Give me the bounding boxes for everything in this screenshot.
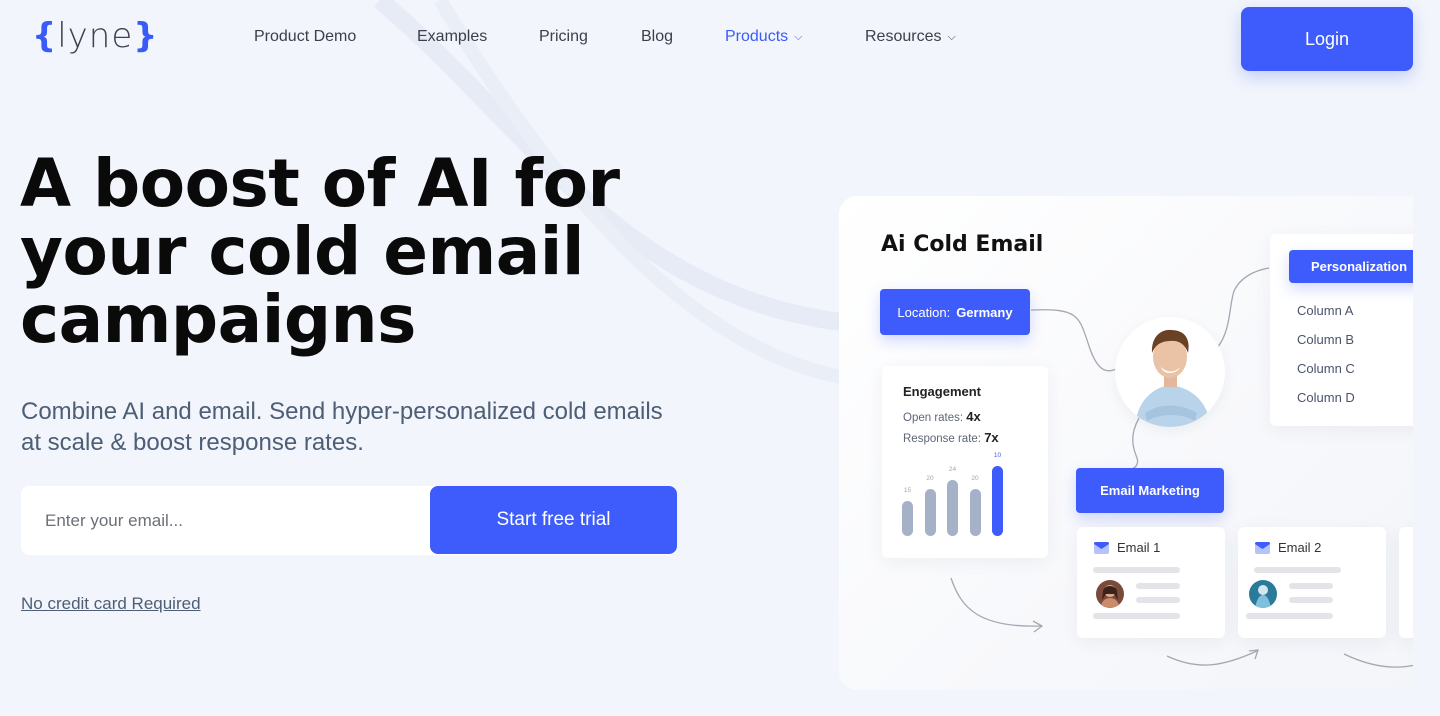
email-card-1: Email 1 — [1077, 527, 1225, 638]
contact-avatar — [1249, 580, 1277, 608]
column-item: Column D — [1297, 390, 1355, 405]
nav-label: Resources — [865, 28, 942, 45]
column-item: Column A — [1297, 303, 1354, 318]
skeleton-line — [1254, 567, 1341, 573]
personalization-chip: Personalization — [1289, 250, 1429, 283]
nav-pricing[interactable]: Pricing — [539, 28, 588, 46]
skeleton-line — [1136, 583, 1180, 589]
illustration-title: Ai Cold Email — [881, 232, 1044, 257]
engagement-bar-label: 20 — [926, 475, 934, 483]
contact-photo-icon — [1255, 585, 1271, 608]
contact-photo-icon — [1100, 585, 1120, 608]
skeleton-line — [1246, 613, 1333, 619]
envelope-icon — [1255, 542, 1270, 554]
chevron-down-icon: ⌵ — [947, 31, 956, 43]
engagement-bar-label: 15 — [903, 487, 912, 494]
skeleton-line — [1289, 597, 1333, 603]
column-item: Column C — [1297, 361, 1355, 376]
hero-subtitle: Combine AI and email. Send hyper-persona… — [21, 398, 663, 456]
nav-examples[interactable]: Examples — [417, 28, 487, 46]
email-marketing-chip: Email Marketing — [1076, 468, 1224, 513]
engagement-bar-label: 10 — [993, 452, 1002, 459]
envelope-icon — [1094, 542, 1109, 554]
location-chip: Location: Germany — [880, 289, 1030, 335]
nav-products[interactable]: Products ⌵ — [725, 28, 802, 46]
logo-word: lyne — [57, 16, 134, 56]
nav-blog[interactable]: Blog — [641, 28, 673, 46]
engagement-bar — [947, 480, 958, 536]
engagement-bar — [902, 501, 913, 536]
engagement-bar-label: 24 — [948, 466, 957, 473]
ai-cold-email-illustration: Ai Cold Email Location: Germany Engageme… — [839, 196, 1440, 690]
contact-avatar — [1096, 580, 1124, 608]
email-label: Email 2 — [1278, 540, 1322, 555]
no-credit-card-link[interactable]: No credit card Required — [21, 594, 201, 614]
engagement-bar — [992, 466, 1003, 536]
email-card-header: Email 2 — [1255, 540, 1321, 555]
nav-label: Blog — [641, 28, 674, 45]
logo-brace-open: { — [32, 16, 58, 56]
email-label: Email 1 — [1117, 540, 1161, 555]
engagement-bar-label: 20 — [971, 475, 979, 483]
nav-label: Products — [725, 28, 789, 45]
logo-brace-close: } — [133, 16, 159, 56]
email-card-2: Email 2 — [1238, 527, 1386, 638]
column-item: Column B — [1297, 332, 1355, 347]
nav-product-demo[interactable]: Product Demo — [254, 28, 356, 46]
nav-resources[interactable]: Resources ⌵ — [865, 28, 956, 46]
skeleton-line — [1093, 567, 1180, 573]
location-key: Location: — [897, 304, 951, 320]
person-avatar — [1115, 317, 1225, 427]
hero-title: A boost of AI for your cold email campai… — [20, 145, 620, 358]
start-free-trial-button[interactable]: Start free trial — [430, 486, 677, 554]
login-button[interactable]: Login — [1241, 7, 1413, 71]
panel-cutoff — [1413, 190, 1440, 716]
skeleton-line — [1093, 613, 1180, 619]
signup-form: Start free trial — [21, 486, 677, 555]
email-input[interactable] — [21, 486, 431, 555]
nav-label: Examples — [417, 28, 488, 45]
location-value: Germany — [956, 304, 1013, 320]
skeleton-line — [1289, 583, 1333, 589]
nav-label: Pricing — [539, 28, 588, 45]
skeleton-line — [1136, 597, 1180, 603]
engagement-card: Engagement Open rates: 4x Response rate:… — [882, 366, 1048, 558]
engagement-bar — [969, 489, 981, 536]
lyne-logo[interactable]: {lyne} — [32, 16, 158, 56]
email-card-header: Email 1 — [1094, 540, 1160, 555]
nav-label: Product Demo — [254, 28, 357, 45]
engagement-bar — [924, 489, 936, 536]
engagement-bar-chart: 15 20 24 20 10 — [882, 366, 1048, 560]
person-photo-icon — [1135, 329, 1211, 427]
chevron-down-icon: ⌵ — [794, 31, 803, 43]
